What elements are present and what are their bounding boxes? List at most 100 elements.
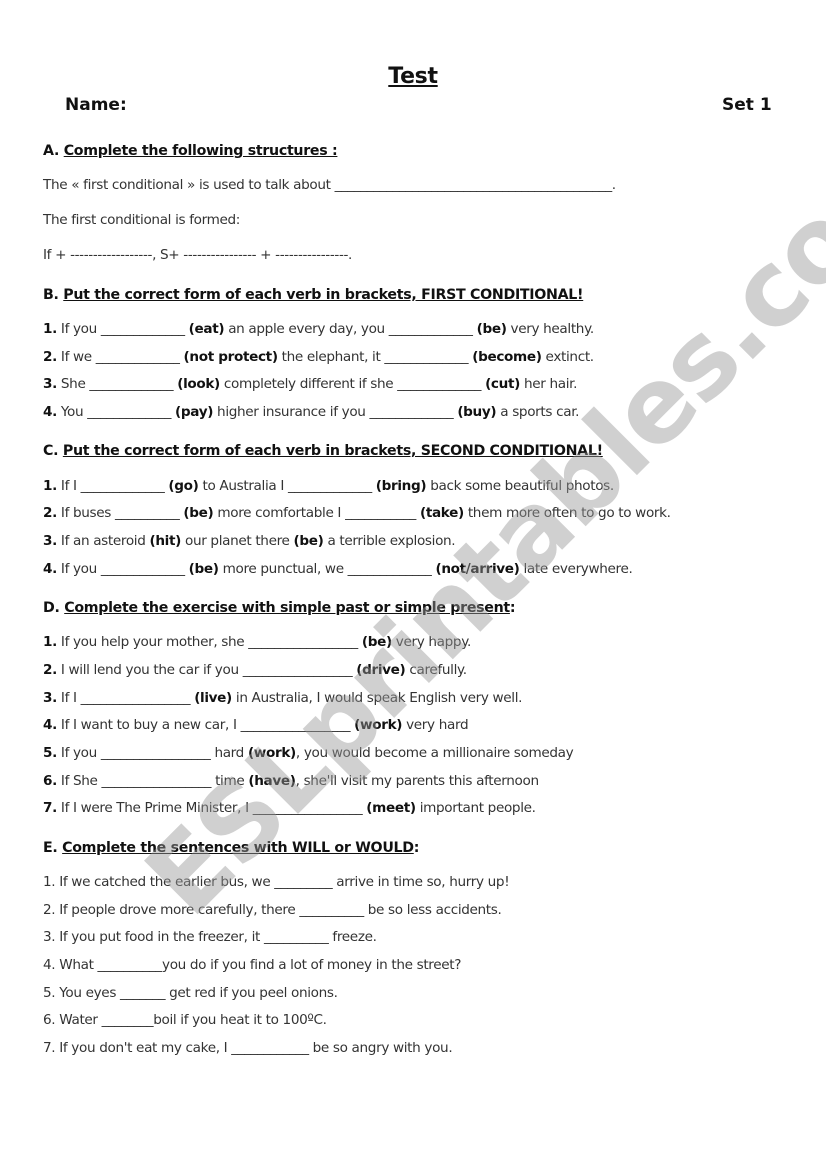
item-text: If you help your mother, she ___________… [56, 634, 362, 650]
exercise-item: 2. If we _____________ (not protect) the… [43, 348, 594, 366]
verb-hint: (not protect) [183, 349, 279, 365]
exercise-item: 3. If I _________________ (live) in Aust… [43, 689, 522, 707]
verb-hint: (pay) [175, 404, 214, 420]
verb-hint: (be) [361, 634, 392, 650]
item-text: a terrible explosion. [323, 533, 456, 549]
item-text: If you _____________ [56, 321, 189, 337]
section-letter: C. [43, 443, 59, 459]
section-title: Put the correct form of each verb in bra… [62, 443, 603, 459]
item-text: If I want to buy a new car, I __________… [56, 717, 355, 733]
page-title: Test [388, 64, 438, 89]
item-number: 4. [43, 404, 57, 420]
item-number: 2. [43, 505, 57, 521]
item-number: 1. [43, 634, 57, 650]
item-text: extinct. [541, 349, 595, 365]
item-text: If you _____________ [56, 561, 189, 577]
section-a-line: The first conditional is formed: [43, 212, 241, 228]
item-text: If She _________________ time [56, 773, 249, 789]
verb-hint: (cut) [485, 376, 520, 392]
item-text: important people. [415, 800, 536, 816]
exercise-item: 2. I will lend you the car if you ______… [43, 661, 467, 679]
set-label: Set 1 [722, 95, 772, 115]
item-text: her hair. [519, 376, 578, 392]
item-text: If you _________________ hard [56, 745, 248, 761]
item-number: 4. [43, 717, 57, 733]
item-text: If buses __________ [56, 505, 184, 521]
item-number: 3. [43, 690, 57, 706]
exercise-item: 5. If you _________________ hard (work),… [43, 744, 574, 762]
item-text: If I _________________ [56, 690, 195, 706]
item-text: If I _____________ [56, 478, 169, 494]
section-letter: B. [43, 287, 59, 303]
item-text: our planet there [181, 533, 294, 549]
exercise-item: 6. Water ________boil if you heat it to … [43, 1012, 327, 1028]
verb-hint: (eat) [188, 321, 225, 337]
item-text: in Australia, I would speak English very… [231, 690, 523, 706]
exercise-item: 4. If you _____________ (be) more punctu… [43, 560, 633, 578]
section-c-heading: C. Put the correct form of each verb in … [43, 442, 603, 460]
item-text: , you would become a millionaire someday [295, 745, 574, 761]
section-a-line: The « first conditional » is used to tal… [43, 177, 616, 193]
verb-hint: (go) [168, 478, 199, 494]
section-letter: E. [43, 840, 58, 856]
section-a-heading: A. Complete the following structures : [43, 142, 338, 160]
exercise-item: 7. If you don't eat my cake, I _________… [43, 1040, 453, 1056]
item-text: If we _____________ [56, 349, 184, 365]
verb-hint: (be) [293, 533, 324, 549]
item-text: higher insurance if you _____________ [213, 404, 458, 420]
item-text: to Australia I _____________ [198, 478, 376, 494]
item-text: If an asteroid [56, 533, 150, 549]
verb-hint: (live) [194, 690, 232, 706]
verb-hint: (drive) [356, 662, 406, 678]
heading-suffix: : [413, 840, 420, 856]
exercise-item: 1. If we catched the earlier bus, we ___… [43, 874, 510, 890]
verb-hint: (bring) [375, 478, 427, 494]
name-label: Name: [65, 95, 127, 115]
exercise-item: 7. If I were The Prime Minister, I _____… [43, 799, 536, 817]
section-title: Complete the sentences with WILL or WOUL… [62, 840, 414, 856]
item-text: them more often to go to work. [463, 505, 671, 521]
exercise-item: 3. If you put food in the freezer, it __… [43, 929, 377, 945]
item-text: very healthy. [506, 321, 595, 337]
item-number: 3. [43, 376, 57, 392]
exercise-item: 3. If an asteroid (hit) our planet there… [43, 532, 456, 550]
item-text: an apple every day, you _____________ [224, 321, 477, 337]
section-d-heading: D. Complete the exercise with simple pas… [43, 599, 516, 617]
item-number: 6. [43, 773, 57, 789]
verb-hint: (take) [419, 505, 464, 521]
verb-hint: (buy) [457, 404, 497, 420]
verb-hint: (work) [247, 745, 296, 761]
verb-hint: (hit) [149, 533, 181, 549]
exercise-item: 2. If buses __________ (be) more comfort… [43, 504, 671, 522]
item-text: If I were The Prime Minister, I ________… [56, 800, 367, 816]
exercise-item: 4. If I want to buy a new car, I _______… [43, 716, 469, 734]
item-text: the elephant, it _____________ [277, 349, 473, 365]
section-e-heading: E. Complete the sentences with WILL or W… [43, 839, 419, 857]
item-text: more punctual, we _____________ [218, 561, 436, 577]
item-text: I will lend you the car if you _________… [56, 662, 357, 678]
item-text: a sports car. [496, 404, 580, 420]
worksheet-page: Test Name: Set 1 A. Complete the followi… [0, 0, 826, 1169]
exercise-item: 6. If She _________________ time (have),… [43, 772, 539, 790]
item-text: late everywhere. [519, 561, 633, 577]
exercise-item: 5. You eyes _______ get red if you peel … [43, 985, 338, 1001]
item-number: 4. [43, 561, 57, 577]
exercise-item: 1. If you _____________ (eat) an apple e… [43, 320, 594, 338]
section-title: Put the correct form of each verb in bra… [63, 287, 584, 303]
exercise-item: 4. You _____________ (pay) higher insura… [43, 403, 580, 421]
verb-hint: (be) [476, 321, 507, 337]
verb-hint: (not/arrive) [435, 561, 520, 577]
section-a-line: If + ------------------, S+ ------------… [43, 247, 353, 263]
section-title: Complete the exercise with simple past o… [64, 600, 510, 616]
section-title: Complete the following structures : [63, 143, 338, 159]
item-text: carefully. [405, 662, 467, 678]
verb-hint: (meet) [366, 800, 416, 816]
exercise-item: 3. She _____________ (look) completely d… [43, 375, 577, 393]
item-number: 5. [43, 745, 57, 761]
item-text: , she'll visit my parents this afternoon [295, 773, 539, 789]
item-text: You _____________ [56, 404, 176, 420]
item-number: 1. [43, 321, 57, 337]
item-number: 2. [43, 349, 57, 365]
verb-hint: (become) [472, 349, 542, 365]
verb-hint: (look) [177, 376, 220, 392]
